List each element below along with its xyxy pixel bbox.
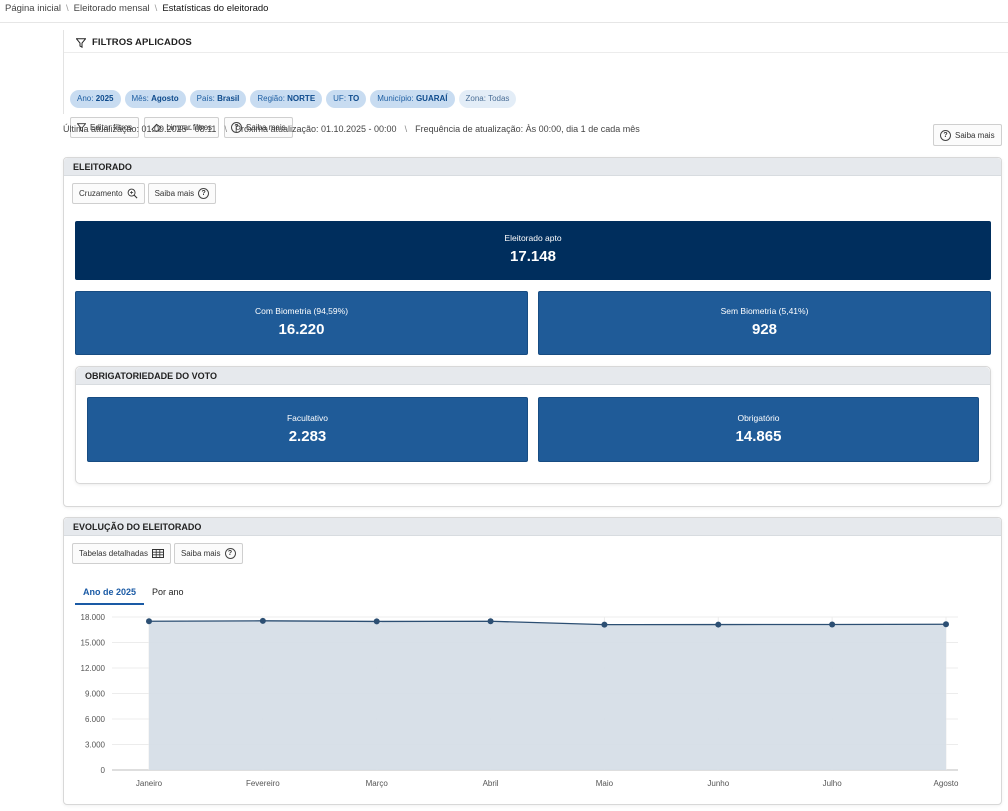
- tabelas-detalhadas-button[interactable]: Tabelas detalhadas: [72, 543, 171, 564]
- cruzamento-button[interactable]: Cruzamento: [72, 183, 145, 204]
- filter-chips: Ano: 2025 Mês: Agosto País: Brasil Regiã…: [70, 90, 517, 108]
- evolucao-title: EVOLUÇÃO DO ELEITORADO: [64, 518, 1001, 536]
- tab-ano-2025[interactable]: Ano de 2025: [75, 585, 145, 605]
- chip-pais[interactable]: País: Brasil: [189, 90, 247, 108]
- facultativo-value: 2.283: [288, 428, 327, 445]
- filter-icon: [76, 37, 86, 48]
- tab-por-ano[interactable]: Por ano: [144, 585, 192, 605]
- breadcrumb-monthly-link[interactable]: Eleitorado mensal: [74, 3, 150, 14]
- update-frequency: Frequência de atualização: Às 00:00, dia…: [415, 124, 640, 134]
- breadcrumb-home-link[interactable]: Página inicial: [5, 3, 61, 14]
- chip-municipio[interactable]: Município: GUARAÍ: [370, 90, 455, 108]
- facultativo-label: Facultativo: [286, 413, 329, 423]
- com-biometria-value: 16.220: [278, 321, 325, 338]
- obrigatorio-label: Obrigatório: [737, 413, 780, 423]
- obrigatorio-card: Obrigatório 14.865: [538, 397, 979, 462]
- eleitorado-apto-label: Eleitorado apto: [504, 233, 562, 243]
- breadcrumb-separator: \: [65, 3, 69, 14]
- last-update: Última atualização: 01.09.2025 - 08:11: [63, 124, 217, 134]
- question-icon: ?: [940, 129, 951, 141]
- breadcrumb: Página inicial \ Eleitorado mensal \ Est…: [5, 3, 268, 14]
- question-icon: ?: [198, 188, 210, 199]
- chip-uf[interactable]: UF: TO: [326, 90, 367, 108]
- filters-panel: FILTROS APLICADOS Ano: 2025 Mês: Agosto …: [63, 30, 1008, 138]
- filters-header: FILTROS APLICADOS: [76, 37, 192, 48]
- sem-biometria-value: 928: [751, 321, 778, 338]
- evolucao-tabs: Ano de 2025 Por ano: [75, 585, 192, 605]
- obrigatorio-value: 14.865: [735, 428, 782, 445]
- next-update: Próxima atualização: 01.10.2025 - 00:00: [234, 124, 397, 134]
- update-info: Última atualização: 01.09.2025 - 08:11 \ P…: [63, 124, 640, 134]
- chip-zona[interactable]: Zona: Todas: [458, 90, 517, 108]
- chip-ano[interactable]: Ano: 2025: [70, 90, 121, 108]
- eleitorado-apto-card: Eleitorado apto 17.148: [75, 221, 991, 280]
- table-icon: [151, 549, 164, 558]
- com-biometria-label: Com Biometria (94,59%): [254, 306, 349, 316]
- eleitorado-help-button[interactable]: Saiba mais ?: [147, 183, 217, 204]
- sem-biometria-label: Sem Biometria (5,41%): [720, 306, 809, 316]
- obrigatoriedade-title: OBRIGATORIEDADE DO VOTO: [76, 367, 990, 385]
- chip-regiao[interactable]: Região: NORTE: [250, 90, 323, 108]
- eleitorado-apto-value: 17.148: [510, 248, 556, 265]
- facultativo-card: Facultativo 2.283: [87, 397, 528, 462]
- chip-mes[interactable]: Mês: Agosto: [124, 90, 186, 108]
- update-help-button[interactable]: ? Saiba mais: [933, 124, 1002, 146]
- top-divider: [0, 22, 1008, 23]
- sem-biometria-card: Sem Biometria (5,41%) 928: [538, 291, 991, 355]
- breadcrumb-current: Estatísticas do eleitorado: [162, 3, 269, 14]
- eleitorado-title: ELEITORADO: [64, 158, 1001, 176]
- evolucao-panel: EVOLUÇÃO DO ELEITORADO Tabelas detalhada…: [63, 517, 1002, 805]
- zoom-search-icon: [127, 188, 138, 199]
- com-biometria-card: Com Biometria (94,59%) 16.220: [75, 291, 528, 355]
- filters-title: FILTROS APLICADOS: [92, 37, 192, 48]
- question-icon: ?: [224, 548, 236, 559]
- filters-divider: [64, 52, 1008, 53]
- evolucao-help-button[interactable]: Saiba mais ?: [173, 543, 243, 564]
- breadcrumb-separator: \: [154, 3, 158, 14]
